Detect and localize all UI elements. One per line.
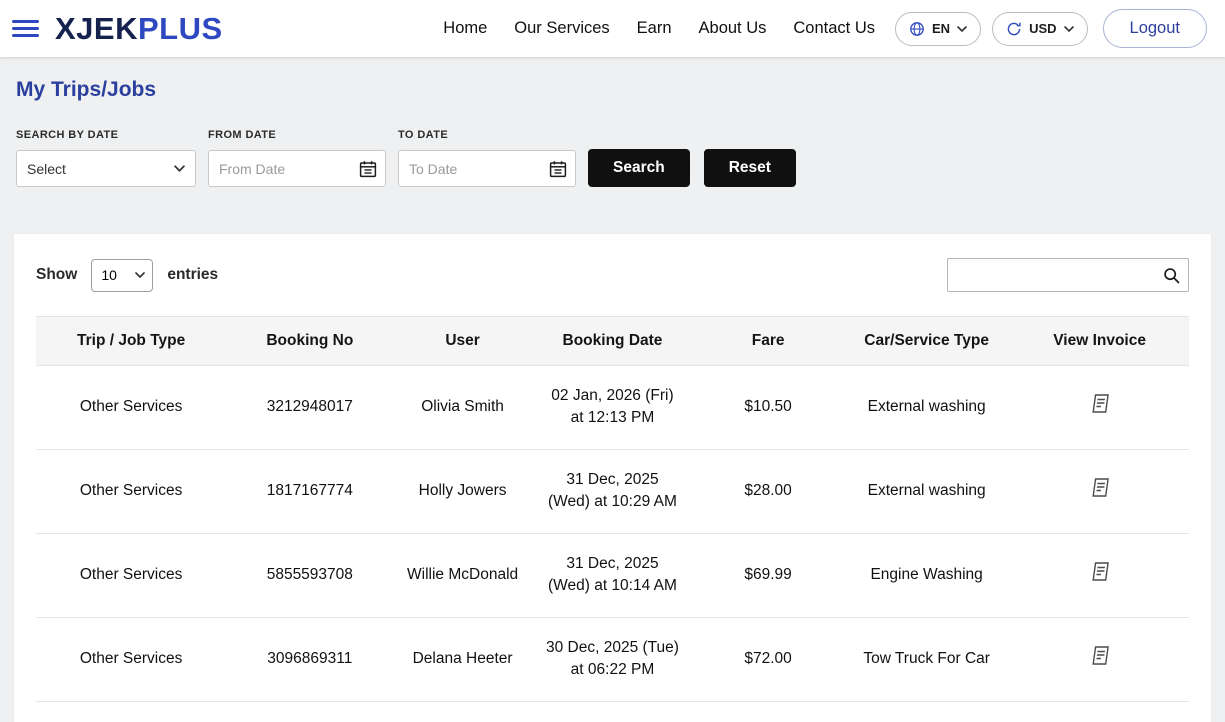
entries-select-wrap: 10 [91, 259, 153, 292]
nav-link-about-us[interactable]: About Us [699, 19, 767, 38]
cell-trip-type: Other Services [36, 617, 226, 701]
cell-booking-date: 31 Dec, 2025(Wed) at 10:29 AM [532, 449, 693, 533]
cell-view-invoice [1010, 617, 1189, 701]
chevron-down-icon [1064, 26, 1074, 32]
table-search-input[interactable] [948, 259, 1188, 291]
cell-booking-no: 3096869311 [226, 617, 393, 701]
cell-trip-type: Other Services [36, 366, 226, 450]
cell-view-invoice [1010, 449, 1189, 533]
invoice-icon [1089, 644, 1111, 668]
logo-part-2: PLUS [138, 11, 223, 47]
search-icon[interactable] [1163, 267, 1180, 284]
cell-service-type: External washing [843, 449, 1010, 533]
column-header: View Invoice [1010, 317, 1189, 366]
reset-button[interactable]: Reset [704, 149, 796, 187]
currency-selector[interactable]: USD [992, 12, 1087, 46]
nav-link-home[interactable]: Home [443, 19, 487, 38]
cell-booking-no: 5855593708 [226, 533, 393, 617]
app-logo[interactable]: XJEKPLUS [55, 11, 223, 47]
to-date-wrap [398, 150, 576, 187]
currency-value: USD [1029, 21, 1056, 36]
table-body: Other Services3212948017Olivia Smith02 J… [36, 366, 1189, 702]
cell-user: Olivia Smith [393, 366, 531, 450]
cell-view-invoice [1010, 533, 1189, 617]
cell-fare: $10.50 [693, 366, 843, 450]
cell-user: Willie McDonald [393, 533, 531, 617]
cell-fare: $72.00 [693, 617, 843, 701]
language-selector[interactable]: EN [895, 12, 981, 46]
table-controls: Show 10 entries [36, 258, 1189, 292]
cell-service-type: Tow Truck For Car [843, 617, 1010, 701]
filter-bar: SEARCH BY DATE Select FROM DATE TO DATE … [0, 102, 1225, 209]
entries-label: entries [167, 266, 218, 284]
chevron-down-icon [957, 26, 967, 32]
cell-service-type: External washing [843, 366, 1010, 450]
nav-link-earn[interactable]: Earn [637, 19, 672, 38]
invoice-icon [1089, 476, 1111, 500]
cell-trip-type: Other Services [36, 533, 226, 617]
language-icon [909, 21, 925, 37]
from-date-wrap [208, 150, 386, 187]
cell-fare: $28.00 [693, 449, 843, 533]
table-header-row: Trip / Job TypeBooking NoUserBooking Dat… [36, 317, 1189, 366]
trips-table-card: Show 10 entries Trip / Job TypeBooking N… [14, 234, 1211, 722]
table-row: Other Services3212948017Olivia Smith02 J… [36, 366, 1189, 450]
nav-links: Home Our Services Earn About Us Contact Us [443, 19, 875, 38]
cell-user: Holly Jowers [393, 449, 531, 533]
cell-fare: $69.99 [693, 533, 843, 617]
column-header: Booking Date [532, 317, 693, 366]
logout-button[interactable]: Logout [1103, 9, 1207, 48]
table-row: Other Services5855593708Willie McDonald3… [36, 533, 1189, 617]
navbar: XJEKPLUS Home Our Services Earn About Us Con… [0, 0, 1225, 57]
cell-booking-date: 02 Jan, 2026 (Fri)at 12:13 PM [532, 366, 693, 450]
column-header: Trip / Job Type [36, 317, 226, 366]
view-invoice-button[interactable] [1089, 476, 1111, 507]
show-label: Show [36, 266, 77, 284]
cell-service-type: Engine Washing [843, 533, 1010, 617]
cell-booking-date: 30 Dec, 2025 (Tue)at 06:22 PM [532, 617, 693, 701]
table-search-wrap [947, 258, 1189, 292]
cell-booking-no: 3212948017 [226, 366, 393, 450]
cell-trip-type: Other Services [36, 449, 226, 533]
invoice-icon [1089, 392, 1111, 416]
view-invoice-button[interactable] [1089, 560, 1111, 591]
from-date-label: FROM DATE [208, 129, 386, 141]
calendar-icon[interactable] [359, 160, 377, 178]
column-header: User [393, 317, 531, 366]
search-by-date-select-wrap: Select [16, 150, 196, 187]
view-invoice-button[interactable] [1089, 392, 1111, 423]
column-header: Booking No [226, 317, 393, 366]
cell-booking-no: 1817167774 [226, 449, 393, 533]
table-row: Other Services3096869311Delana Heeter30 … [36, 617, 1189, 701]
search-by-date-select[interactable]: Select [17, 151, 195, 186]
cell-view-invoice [1010, 366, 1189, 450]
hamburger-menu-icon[interactable] [12, 20, 39, 37]
trips-table: Trip / Job TypeBooking NoUserBooking Dat… [36, 316, 1189, 702]
calendar-icon[interactable] [549, 160, 567, 178]
search-button[interactable]: Search [588, 149, 690, 187]
cell-booking-date: 31 Dec, 2025(Wed) at 10:14 AM [532, 533, 693, 617]
column-header: Fare [693, 317, 843, 366]
language-value: EN [932, 21, 950, 36]
nav-link-our-services[interactable]: Our Services [514, 19, 609, 38]
nav-link-contact-us[interactable]: Contact Us [793, 19, 875, 38]
to-date-label: TO DATE [398, 129, 576, 141]
column-header: Car/Service Type [843, 317, 1010, 366]
page-title: My Trips/Jobs [0, 57, 1225, 102]
invoice-icon [1089, 560, 1111, 584]
currency-exchange-icon [1006, 21, 1022, 37]
logo-part-1: XJEK [55, 11, 138, 47]
table-row: Other Services1817167774Holly Jowers31 D… [36, 449, 1189, 533]
view-invoice-button[interactable] [1089, 644, 1111, 675]
entries-per-page-select[interactable]: 10 [92, 260, 152, 291]
search-by-date-label: SEARCH BY DATE [16, 129, 196, 141]
cell-user: Delana Heeter [393, 617, 531, 701]
